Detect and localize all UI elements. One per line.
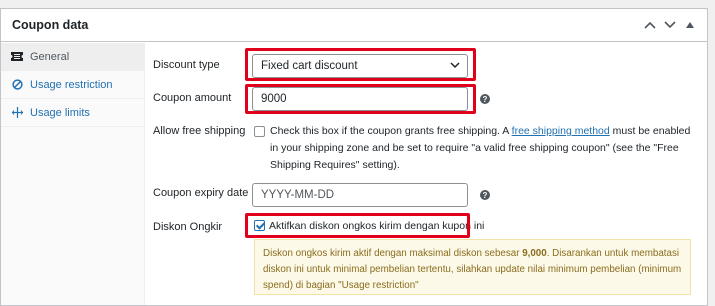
coupon-amount-label: Coupon amount <box>153 92 232 104</box>
free-shipping-description: Check this box if the coupon grants free… <box>254 123 694 174</box>
tab-usage-restriction[interactable]: Usage restriction <box>1 71 144 99</box>
header-controls <box>643 18 697 32</box>
help-icon[interactable]: ? <box>480 190 490 200</box>
move-up-button[interactable] <box>643 18 657 32</box>
tab-label: Usage restriction <box>30 78 113 91</box>
diskon-ongkir-checkbox-label: Aktifkan diskon ongkos kirim dengan kupo… <box>269 220 485 232</box>
chevron-down-icon <box>450 62 460 69</box>
tab-usage-limits[interactable]: Usage limits <box>1 99 144 127</box>
discount-type-value: Fixed cart discount <box>261 60 358 72</box>
notice-text: Diskon ongkos kirim aktif dengan maksima… <box>263 248 523 259</box>
coupon-data-panel: Coupon data General Usage restriction Us… <box>0 8 708 306</box>
coupon-amount-input[interactable]: 9000 <box>252 87 468 111</box>
free-shipping-method-link[interactable]: free shipping method <box>512 125 610 137</box>
panel-title: Coupon data <box>12 18 89 32</box>
move-down-button[interactable] <box>663 18 677 32</box>
shipping-discount-notice: Diskon ongkos kirim aktif dengan maksima… <box>254 239 691 295</box>
description-text: Check this box if the coupon grants free… <box>270 125 512 137</box>
help-icon[interactable]: ? <box>480 94 490 104</box>
notice-amount: 9,000 <box>522 248 547 259</box>
coupon-tabs-sidebar: General Usage restriction Usage limits <box>1 43 145 305</box>
expiry-date-placeholder: YYYY-MM-DD <box>261 189 335 201</box>
discount-type-label: Discount type <box>153 59 220 71</box>
tab-label: General <box>30 50 70 63</box>
ticket-icon <box>11 51 23 63</box>
tab-label: Usage limits <box>30 106 90 119</box>
panel-header: Coupon data <box>1 9 707 42</box>
discount-type-select[interactable]: Fixed cart discount <box>252 54 468 78</box>
coupon-amount-value: 9000 <box>261 93 287 105</box>
tab-general[interactable]: General <box>1 43 144 71</box>
chevron-down-icon <box>664 21 676 29</box>
chevron-up-icon <box>644 21 656 29</box>
free-shipping-label: Allow free shipping <box>153 125 246 137</box>
ban-icon <box>11 79 23 91</box>
toggle-panel-button[interactable] <box>683 18 697 32</box>
expiry-date-input[interactable]: YYYY-MM-DD <box>252 183 468 207</box>
diskon-ongkir-label: Diskon Ongkir <box>153 221 223 233</box>
expiry-date-label: Coupon expiry date <box>153 187 249 199</box>
diskon-ongkir-checkbox[interactable] <box>254 220 265 231</box>
limits-icon <box>11 107 23 119</box>
general-options: Discount type Fixed cart discount Coupon… <box>146 43 707 305</box>
triangle-up-icon <box>686 22 694 28</box>
